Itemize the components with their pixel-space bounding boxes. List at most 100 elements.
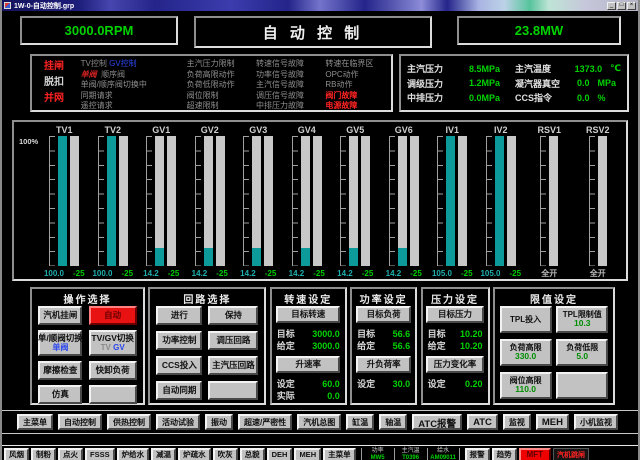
nav-button[interactable]: 供热控制 <box>107 414 151 430</box>
status-row: 挂闸脱扣并网 TV控制 GV控制 单阀 顺序阀 单阀/顺序阀切换中 同期请求 遥… <box>2 53 638 115</box>
control-panels: 操作选择 汽机挂闸 自动 单/顺阀切换 单阀 TV/GV切换 TV GV 摩擦检… <box>30 287 615 405</box>
load-dump-button[interactable]: 快卸负荷 <box>89 361 137 380</box>
setting-row: 设定0.20 <box>428 378 483 390</box>
simulation-button[interactable]: 仿真 <box>38 385 82 404</box>
panel-operation-select: 操作选择 汽机挂闸 自动 单/顺阀切换 单阀 TV/GV切换 TV GV 摩擦检… <box>30 287 145 405</box>
nav-button[interactable]: 轴温 <box>379 414 407 430</box>
nav-button[interactable]: 汽机总图 <box>297 414 341 430</box>
taskbar-page-button[interactable]: 吹灰 <box>213 448 238 460</box>
limit-button[interactable]: 负荷高限 330.0 <box>500 339 552 366</box>
valve-scale-ticks <box>195 136 201 266</box>
power-display: 23.8MW <box>457 16 621 45</box>
taskbar-page-button[interactable]: 炉给水 <box>117 448 150 460</box>
alarm-button[interactable]: 报警 <box>465 448 490 460</box>
sync-request-lamp: 同期请求 <box>81 91 187 102</box>
limit-button[interactable] <box>556 372 608 399</box>
measurement-col-left: 主汽压力8.5MPa 调级压力1.2MPa 中排压力0.0MPa <box>407 60 515 106</box>
turbine-latch-button[interactable]: 汽机挂闸 <box>38 306 82 325</box>
valve-position-bar <box>446 136 455 266</box>
valve-position-value: 14.2 <box>143 269 159 278</box>
valve-reference-bar <box>361 136 370 266</box>
panel-title: 压力设定 <box>423 291 488 306</box>
taskbar-page-button[interactable]: 炉疏水 <box>178 448 211 460</box>
limit-button[interactable]: TPL限制值 10.3 <box>556 306 608 333</box>
main-pressure-loop-button[interactable]: 主汽压回路 <box>208 356 258 375</box>
taskbar-page-button[interactable]: 总貌 <box>240 448 265 460</box>
friction-check-button[interactable]: 摩擦检查 <box>38 361 82 380</box>
ccs-button[interactable]: CCS投入 <box>156 356 202 375</box>
valve-name: GV6 <box>395 125 413 136</box>
valve-name: IV2 <box>494 125 508 136</box>
nav-button[interactable]: 小机监视 <box>574 414 618 430</box>
valve-position-fill <box>398 248 407 266</box>
close-icon[interactable]: × <box>627 2 636 10</box>
nav-button[interactable]: 监视 <box>503 414 531 430</box>
taskbar-page-button[interactable]: DEH <box>267 448 293 460</box>
speed-rate-button[interactable]: 升速率 <box>276 356 340 373</box>
status-col-breaker: 挂闸脱扣并网 <box>36 59 81 107</box>
limit-button[interactable]: TPL投入 <box>500 306 552 333</box>
nav-button[interactable]: 自动控制 <box>58 414 102 430</box>
nav-button[interactable]: 超速/严密性 <box>238 414 292 430</box>
nav-button[interactable]: ATC <box>467 414 498 430</box>
auto-button[interactable]: 自动 <box>89 306 137 325</box>
valve-reference-value: -25 <box>121 269 133 278</box>
nav-button[interactable]: 振动 <box>205 414 233 430</box>
limit-button[interactable]: 阀位高限 110.0 <box>500 372 552 399</box>
valve-position-fill <box>301 248 310 266</box>
limit-button[interactable]: 负荷低限 5.0 <box>556 339 608 366</box>
panel-title: 回路选择 <box>150 291 264 306</box>
tvgv-switch-button[interactable]: TV/GV切换 TV GV <box>89 330 137 356</box>
maximize-icon[interactable]: □ <box>617 2 626 10</box>
taskbar-page-button[interactable]: 主菜单 <box>323 448 356 460</box>
valve-position-bar <box>349 136 358 266</box>
taskbar-page-button[interactable]: 减温 <box>151 448 176 460</box>
taskbar-indicator: 主汽温 T0396 <box>394 448 427 460</box>
taskbar-indicator: 给水 AM09011 <box>427 448 460 460</box>
valve-scale-ticks <box>243 136 249 266</box>
panel-limit-setting: 限值设定 TPL投入 TPL限制值 10.3 负荷高限 330 <box>493 287 615 405</box>
nav-button[interactable]: 缸温 <box>346 414 374 430</box>
status-lamp: 主汽信号故障 <box>256 80 325 91</box>
hmi-screen: 1W-0-自动控制.grp _ □ × 3000.0RPM 自 动 控 制 23… <box>0 0 640 460</box>
valve-reference-bar <box>410 136 419 266</box>
taskbar-page-button[interactable]: 制粉 <box>31 448 56 460</box>
target-speed-button[interactable]: 目标转速 <box>276 306 340 323</box>
valve-scale-ticks <box>98 136 104 266</box>
gv-control-lamp: GV控制 <box>109 59 137 68</box>
valve-position-value: 14.2 <box>337 269 353 278</box>
mft-button[interactable]: MFT <box>519 448 551 460</box>
nav-button[interactable]: ATC报警 <box>412 414 462 430</box>
valve-scale-ticks <box>292 136 298 266</box>
valve-position-fill <box>495 136 504 266</box>
taskbar-page-button[interactable]: FSSS <box>85 448 115 460</box>
hold-button[interactable]: 保持 <box>208 306 258 325</box>
valve-position-value: 14.2 <box>386 269 402 278</box>
blank-button[interactable] <box>208 381 258 400</box>
taskbar-page-button[interactable]: MEH <box>294 448 321 460</box>
minimize-icon[interactable]: _ <box>607 2 616 10</box>
power-control-button[interactable]: 功率控制 <box>156 331 202 350</box>
valve-reference-value: -25 <box>461 269 473 278</box>
load-rate-button[interactable]: 升负荷率 <box>356 356 411 373</box>
status-lamp: 主汽压力限制 <box>187 59 256 70</box>
target-load-button[interactable]: 目标负荷 <box>356 306 411 323</box>
auto-sync-button[interactable]: 自动同期 <box>156 381 202 400</box>
target-pressure-button[interactable]: 目标压力 <box>426 306 483 323</box>
blank-button[interactable] <box>89 385 137 404</box>
valve-name: IV1 <box>445 125 459 136</box>
pressure-loop-button[interactable]: 调压回路 <box>208 331 258 350</box>
taskbar-page-button[interactable]: 点火 <box>58 448 83 460</box>
status-col-mode: TV控制 GV控制 单阀 顺序阀 单阀/顺序阀切换中 同期请求 遥控请求 <box>81 59 187 107</box>
nav-button[interactable]: 活动试验 <box>156 414 200 430</box>
run-button[interactable]: 进行 <box>156 306 202 325</box>
taskbar-page-button[interactable]: 风烟 <box>4 448 29 460</box>
valve-scale-ticks <box>340 136 346 266</box>
nav-button[interactable]: 主菜单 <box>17 414 53 430</box>
nav-button[interactable]: MEH <box>536 414 569 430</box>
remote-request-lamp: 遥控请求 <box>81 101 187 112</box>
valve-switch-button[interactable]: 单/顺阀切换 单阀 <box>38 330 82 356</box>
valve-position-fill <box>107 136 116 266</box>
trend-button[interactable]: 趋势 <box>492 448 517 460</box>
pressure-rate-button[interactable]: 压力变化率 <box>426 356 483 373</box>
